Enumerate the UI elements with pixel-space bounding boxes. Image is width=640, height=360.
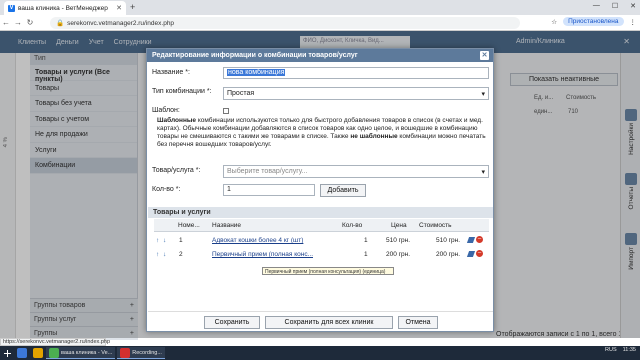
- dialog-header: Редактирование информации о комбинации т…: [147, 49, 493, 62]
- template-checkbox[interactable]: [223, 108, 229, 114]
- type-select[interactable]: Простая ▾: [223, 87, 489, 100]
- tab-title: ваша клиника - ВетМенеджер: [18, 4, 108, 12]
- dialog-footer: Сохранить Сохранить для всех клиник Отме…: [148, 311, 493, 331]
- table-row[interactable]: ↑ ↓ 1 Адвокат кошки более 4 кг (шт) 1 51…: [154, 234, 489, 247]
- star-icon[interactable]: ☆: [551, 18, 557, 26]
- address-bar: ← → ↻ 🔒 serekonvc.vetmanager2.ru/index.p…: [0, 15, 640, 31]
- name-value: нова комбинация: [227, 69, 286, 76]
- taskbar-app-label: Recording...: [132, 349, 162, 356]
- url-input[interactable]: 🔒 serekonvc.vetmanager2.ru/index.php: [50, 17, 520, 29]
- template-label: Шаблон:: [152, 107, 180, 114]
- recording-icon: [120, 347, 131, 358]
- row-name-link[interactable]: Адвокат кошки более 4 кг (шт): [212, 237, 340, 244]
- grid-header: Номе... Название Кол-во Цена Стоимость: [154, 219, 489, 232]
- edit-icon[interactable]: [466, 237, 476, 243]
- row-number: 2: [179, 251, 183, 258]
- row-price: 510 грн.: [386, 237, 411, 244]
- col-name[interactable]: Название: [212, 222, 241, 229]
- folder-icon[interactable]: [33, 348, 43, 358]
- type-label: Тип комбинации *:: [152, 88, 212, 95]
- taskbar-app-chrome[interactable]: ваша клиника - Ve...: [46, 347, 116, 359]
- maximize-icon[interactable]: ☐: [612, 2, 618, 10]
- forward-icon[interactable]: →: [12, 18, 24, 27]
- status-url: https://serekonvc.vetmanager2.ru/index.p…: [0, 338, 110, 346]
- taskbar-app-recording[interactable]: Recording...: [117, 347, 165, 359]
- new-tab-icon[interactable]: +: [130, 2, 135, 12]
- product-label: Товар/услуга *:: [152, 167, 201, 174]
- type-value: Простая: [227, 90, 255, 97]
- save-button[interactable]: Сохранить: [204, 316, 260, 329]
- col-qty[interactable]: Кол-во: [342, 222, 362, 229]
- move-up-icon[interactable]: ↑: [156, 237, 159, 244]
- description-bold-2: не шаблонные: [350, 133, 398, 140]
- windows-start-icon[interactable]: [0, 346, 14, 360]
- product-placeholder: Выберите товар/услугу...: [227, 168, 308, 175]
- url-text: serekonvc.vetmanager2.ru/index.php: [67, 19, 175, 27]
- description-bold: Шаблонные: [157, 117, 197, 124]
- row-number: 1: [179, 237, 183, 244]
- taskbar: ваша клиника - Ve... Recording... RUS 11…: [0, 346, 640, 360]
- vetmanager-favicon-icon: V: [8, 4, 15, 12]
- delete-icon[interactable]: –: [476, 250, 483, 257]
- row-price: 200 грн.: [386, 251, 411, 258]
- back-icon[interactable]: ←: [0, 18, 12, 27]
- chrome-icon: [49, 347, 59, 358]
- items-section-title: Товары и услуги: [148, 207, 493, 218]
- row-cost: 510 грн.: [436, 237, 461, 244]
- delete-icon[interactable]: –: [476, 236, 483, 243]
- name-label: Название *:: [152, 69, 190, 76]
- dialog-title: Редактирование информации о комбинации т…: [152, 52, 358, 59]
- clock[interactable]: 11:35: [623, 347, 636, 353]
- explorer-icon[interactable]: [17, 348, 27, 358]
- row-qty: 1: [364, 237, 368, 244]
- move-up-icon[interactable]: ↑: [156, 251, 159, 258]
- combination-description: Шаблонные комбинации используются только…: [157, 117, 487, 149]
- lock-icon: 🔒: [56, 20, 65, 27]
- qty-field[interactable]: 1: [223, 184, 315, 196]
- cancel-button[interactable]: Отмена: [398, 316, 438, 329]
- row-qty: 1: [364, 251, 368, 258]
- qty-label: Кол-во *:: [152, 186, 181, 193]
- chevron-down-icon: ▾: [481, 91, 485, 98]
- row-name-tooltip: Первичный прием (полная консультация) (е…: [262, 267, 394, 275]
- table-row[interactable]: ↑ ↓ 2 Первичный прием (полная конс... 1 …: [154, 248, 489, 261]
- col-price[interactable]: Цена: [391, 222, 407, 229]
- move-down-icon[interactable]: ↓: [163, 251, 166, 258]
- reload-icon[interactable]: ↻: [24, 18, 36, 27]
- browser-tab[interactable]: V ваша клиника - ВетМенеджер ✕: [4, 1, 126, 15]
- profile-paused-button[interactable]: Приостановлена: [563, 17, 624, 26]
- close-window-icon[interactable]: ✕: [630, 2, 636, 10]
- move-down-icon[interactable]: ↓: [163, 237, 166, 244]
- menu-dots-icon[interactable]: ⋮: [630, 18, 637, 26]
- window-controls: — ☐ ✕: [593, 2, 636, 10]
- browser-toolbar-right: ☆ Приостановлена ⋮: [551, 17, 636, 26]
- col-number[interactable]: Номе...: [178, 222, 200, 229]
- minimize-icon[interactable]: —: [593, 2, 600, 10]
- save-all-clinics-button[interactable]: Сохранить для всех клиник: [265, 316, 393, 329]
- name-field[interactable]: нова комбинация: [223, 67, 489, 79]
- edit-icon[interactable]: [466, 251, 476, 257]
- browser-tabbar: V ваша клиника - ВетМенеджер ✕ + — ☐ ✕: [0, 0, 640, 15]
- language-indicator[interactable]: RUS: [605, 347, 617, 353]
- close-tab-icon[interactable]: ✕: [116, 4, 122, 12]
- edit-combination-dialog: Редактирование информации о комбинации т…: [146, 48, 494, 332]
- row-cost: 200 грн.: [436, 251, 461, 258]
- dialog-close-icon[interactable]: ✕: [480, 51, 489, 60]
- system-tray: RUS 11:35: [605, 347, 636, 353]
- chevron-down-icon: ▾: [481, 169, 485, 176]
- col-cost[interactable]: Стоимость: [419, 222, 452, 229]
- taskbar-app-label: ваша клиника - Ve...: [61, 349, 113, 356]
- product-select[interactable]: Выберите товар/услугу... ▾: [223, 165, 489, 178]
- add-button[interactable]: Добавить: [320, 184, 366, 197]
- row-name-link[interactable]: Первичный прием (полная конс...: [212, 251, 340, 258]
